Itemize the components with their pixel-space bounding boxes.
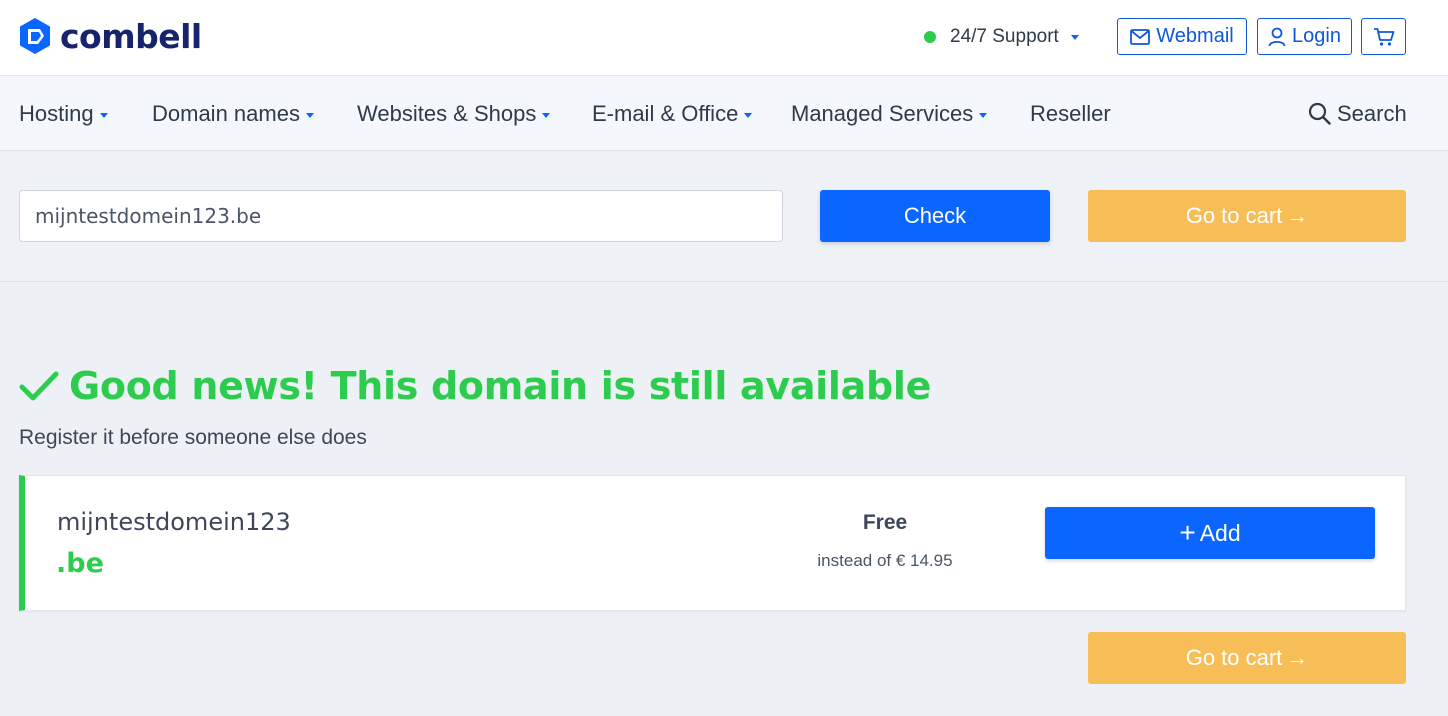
go-to-cart-button[interactable]: Go to cart → [1088,190,1406,242]
domain-extension: .be [56,548,104,579]
domain-original-price: instead of € 14.95 [817,551,953,570]
headline-text: Good news! This domain is still availabl… [69,364,932,408]
support-menu[interactable]: 24/7 Support [924,22,1079,52]
nav-item-managed-services[interactable]: Managed Services [791,76,988,151]
webmail-button[interactable]: Webmail [1117,18,1247,55]
online-status-dot [924,31,936,43]
nav-item-websites-shops[interactable]: Websites & Shops [357,76,551,151]
envelope-icon [1130,28,1151,45]
arrow-right-icon: → [1286,645,1309,670]
search-icon [1308,102,1331,125]
add-domain-button[interactable]: + Add [1045,507,1375,559]
availability-headline: Good news! This domain is still availabl… [19,362,931,410]
shopping-cart-icon [1373,27,1394,46]
search-label: Search [1337,100,1407,126]
search-button[interactable]: Search [1308,76,1407,151]
nav-item-label: Managed Services [791,100,974,126]
cart-button[interactable] [1361,18,1406,55]
nav-item-hosting[interactable]: Hosting [19,76,108,151]
nav-item-label: Websites & Shops [357,100,537,126]
domain-price: Free [862,511,908,534]
domain-search-input[interactable] [19,190,783,242]
nav-item-domain-names[interactable]: Domain names [152,76,314,151]
check-button[interactable]: Check [820,190,1050,242]
plus-icon: + [1179,517,1196,548]
chevron-down-icon [744,113,753,118]
chevron-down-icon [1070,34,1079,40]
nav-item-label: E-mail & Office [592,100,739,126]
webmail-label: Webmail [1156,25,1234,47]
nav-item-label: Domain names [152,100,300,126]
domain-search-bar: Check Go to cart → [0,151,1448,282]
combell-logo-icon [20,18,50,54]
nav-item-label: Hosting [19,100,94,126]
main-navigation: Hosting Domain names Websites & Shops E-… [0,75,1448,150]
top-header: combell 24/7 Support Webmail Login [0,0,1448,75]
nav-item-label: Reseller [1030,100,1111,126]
add-label: Add [1199,519,1241,546]
go-to-cart-label: Go to cart [1185,203,1283,228]
logo-wordmark: combell [60,16,202,56]
chevron-down-icon [99,113,108,118]
chevron-down-icon [305,113,314,118]
support-label: 24/7 Support [950,26,1059,47]
go-to-cart-button-bottom[interactable]: Go to cart → [1088,632,1406,684]
arrow-right-icon: → [1286,203,1309,228]
nav-item-email-office[interactable]: E-mail & Office [592,76,753,151]
chevron-down-icon [979,113,988,118]
user-icon [1268,27,1286,46]
domain-name: mijntestdomein123 [57,508,291,536]
nav-item-reseller[interactable]: Reseller [1030,76,1111,151]
chevron-down-icon [542,113,551,118]
login-button[interactable]: Login [1257,18,1352,55]
combell-logo[interactable]: combell [18,16,202,56]
go-to-cart-label: Go to cart [1185,645,1283,670]
domain-result-card: mijntestdomein123 .be Free instead of € … [19,475,1406,611]
login-label: Login [1292,25,1341,47]
checkmark-icon [19,371,59,401]
availability-subline: Register it before someone else does [19,426,367,449]
